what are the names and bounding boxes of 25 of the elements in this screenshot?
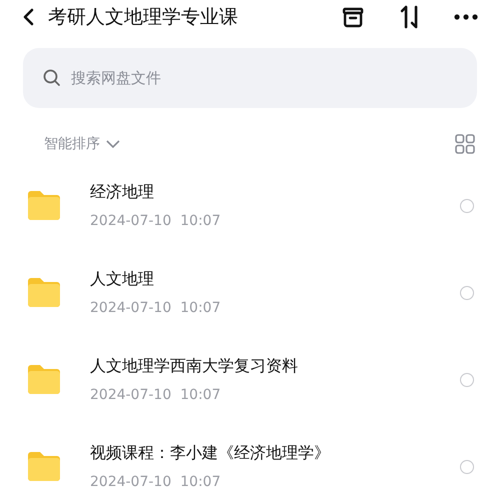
modified-date: 2024-07-10 10:07 [90,387,222,403]
select-circle[interactable] [460,372,474,386]
folder-name[interactable]: 人文地理学西南大学复习资料 [90,356,460,377]
box-icon[interactable] [342,6,364,28]
modified-date: 2024-07-10 10:07 [90,300,222,316]
folder-icon [26,364,62,395]
modified-date: 2024-07-10 10:07 [90,474,222,490]
select-circle[interactable] [460,198,474,212]
modified-date: 2024-07-10 10:07 [90,213,222,229]
select-circle[interactable] [460,460,474,474]
folder-name[interactable]: 视频课程：李小建《经济地理学》 [90,443,460,464]
search-icon [43,69,61,87]
select-circle[interactable] [460,286,474,300]
folder-icon [26,451,62,482]
back-icon[interactable] [22,8,34,26]
more-icon[interactable] [454,14,478,20]
grid-view-icon[interactable] [455,134,475,154]
folder-icon [26,277,62,308]
folder-name[interactable]: 经济地理 [90,182,460,203]
folder-icon [26,190,62,221]
chevron-down-icon [106,140,120,148]
page-title: 考研人文地理学专业课 [48,5,239,30]
search-field[interactable]: 搜索网盘文件 [23,48,477,108]
sort-icon[interactable] [398,5,420,29]
folder-name[interactable]: 人文地理 [90,269,460,290]
